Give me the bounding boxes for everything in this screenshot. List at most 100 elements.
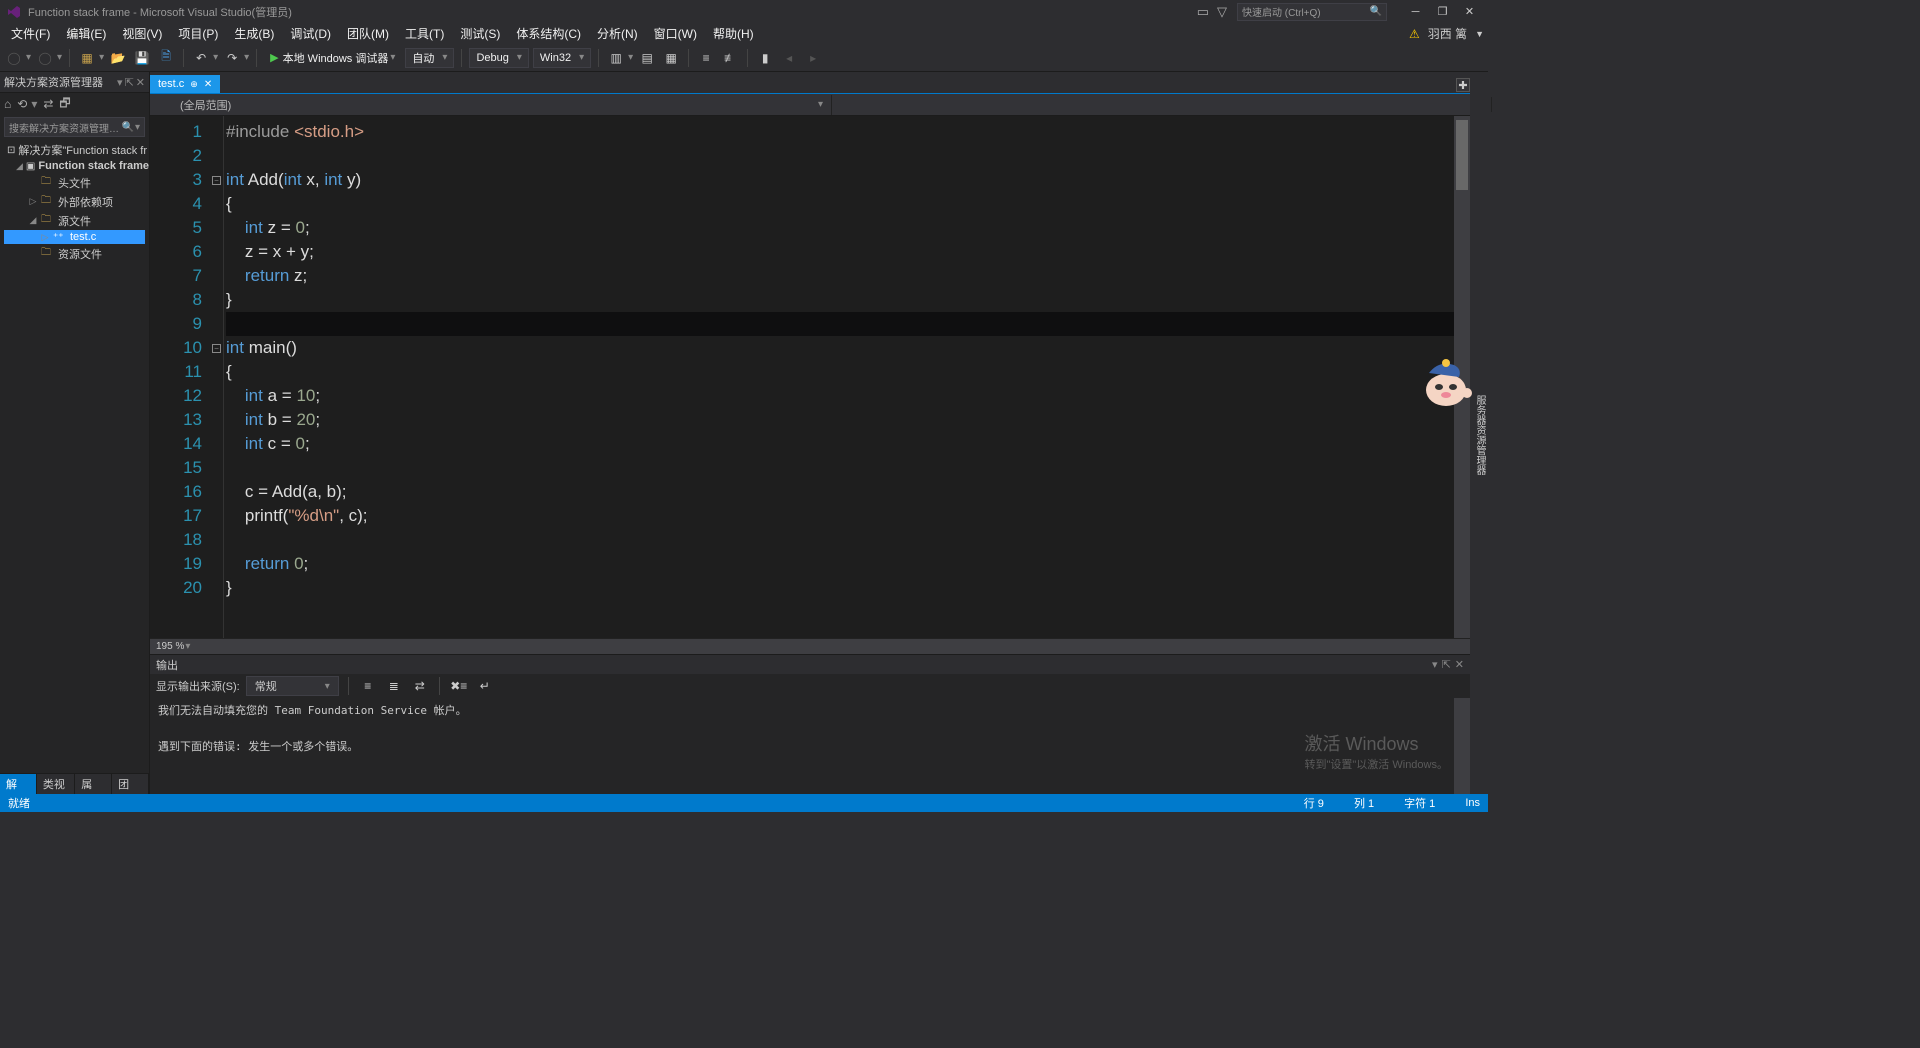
- thread-selector[interactable]: 自动▾: [405, 48, 454, 68]
- menu-team[interactable]: 团队(M): [340, 23, 396, 44]
- resources-node[interactable]: 🗀资源文件: [4, 244, 145, 263]
- minimize-button[interactable]: ─: [1403, 3, 1428, 21]
- solution-explorer-title: 解决方案资源管理器: [4, 74, 103, 90]
- menu-test[interactable]: 测试(S): [453, 23, 507, 44]
- search-icon: 🔍: [1370, 6, 1382, 17]
- menu-analyze[interactable]: 分析(N): [590, 23, 645, 44]
- output-source-selector[interactable]: 常规▾: [246, 676, 339, 696]
- nav-fwd-button[interactable]: ◯: [35, 48, 55, 68]
- menu-help[interactable]: 帮助(H): [706, 23, 761, 44]
- prev-bookmark-button[interactable]: ◂: [779, 48, 799, 68]
- status-ready: 就绪: [8, 795, 1274, 811]
- sidebar-tabs: 解决... 类视图 属性... 团队...: [0, 773, 149, 794]
- file-node-testc[interactable]: ▷⁺⁺test.c: [4, 230, 145, 244]
- solution-node[interactable]: ⊡解决方案"Function stack fr: [4, 141, 145, 159]
- zoom-selector[interactable]: 195 %▾: [150, 641, 196, 652]
- open-file-button[interactable]: 📂: [108, 48, 128, 68]
- tab-close-icon[interactable]: ✕: [204, 79, 212, 90]
- sidebar-tab-props[interactable]: 属性...: [75, 774, 112, 794]
- start-debug-label: 本地 Windows 调试器: [283, 50, 389, 66]
- maximize-button[interactable]: ❐: [1430, 3, 1455, 21]
- status-char: 字符 1: [1404, 795, 1435, 811]
- split-view-button[interactable]: ✚: [1456, 78, 1470, 92]
- panel-pin-icon[interactable]: ⇱: [125, 76, 134, 89]
- menu-architecture[interactable]: 体系结构(C): [509, 23, 588, 44]
- tab-testc[interactable]: test.c ⊕ ✕: [150, 75, 220, 93]
- bookmark-button[interactable]: ▮: [755, 48, 775, 68]
- menu-file[interactable]: 文件(F): [4, 23, 57, 44]
- out-clear-button[interactable]: ✖≡: [449, 676, 469, 696]
- output-dropdown-icon[interactable]: ▾: [1432, 658, 1438, 671]
- menu-project[interactable]: 项目(P): [171, 23, 225, 44]
- nav-back-button[interactable]: ◯: [4, 48, 24, 68]
- pin-icon[interactable]: ⊕: [190, 79, 198, 90]
- out-btn-3[interactable]: ⇄: [410, 676, 430, 696]
- solution-explorer-header: 解决方案资源管理器 ▾⇱✕: [0, 72, 149, 93]
- output-panel: 输出 ▾⇱✕ 显示输出来源(S): 常规▾ ≡ ≣ ⇄ ✖≡ ↵ 我们无法自动填…: [150, 654, 1470, 794]
- panel-dropdown-icon[interactable]: ▾: [117, 76, 123, 89]
- sidebar-tab-team[interactable]: 团队...: [112, 774, 149, 794]
- start-debug-button[interactable]: ▶ 本地 Windows 调试器 ▾: [264, 48, 401, 68]
- menu-bar: 文件(F) 编辑(E) 视图(V) 项目(P) 生成(B) 调试(D) 团队(M…: [0, 23, 1488, 44]
- notifications-icon[interactable]: ▭: [1197, 4, 1209, 20]
- menu-debug[interactable]: 调试(D): [283, 23, 338, 44]
- output-src-label: 显示输出来源(S):: [156, 678, 240, 694]
- output-text[interactable]: 我们无法自动填充您的 Team Foundation Service 帐户。 遇…: [150, 698, 1454, 794]
- menu-view[interactable]: 视图(V): [115, 23, 169, 44]
- config-selector[interactable]: Debug▾: [469, 48, 528, 68]
- warning-icon[interactable]: ⚠: [1409, 27, 1420, 41]
- play-icon: ▶: [270, 51, 278, 64]
- new-project-button[interactable]: ▦: [77, 48, 97, 68]
- external-node[interactable]: ▷🗀外部依赖项: [4, 192, 145, 211]
- status-line: 行 9: [1304, 795, 1324, 811]
- right-tab-server[interactable]: 服务器资源管理器: [1471, 391, 1488, 479]
- next-bookmark-button[interactable]: ▸: [803, 48, 823, 68]
- output-scrollbar[interactable]: [1454, 698, 1470, 794]
- panel-close-icon[interactable]: ✕: [136, 76, 145, 89]
- sources-node[interactable]: ◢🗀源文件: [4, 211, 145, 230]
- editor-footer: 195 %▾: [150, 638, 1470, 654]
- sidebar-tab-solution[interactable]: 解决...: [0, 774, 37, 794]
- back-icon[interactable]: ⟲: [17, 97, 27, 111]
- quick-launch-input[interactable]: 快速启动 (Ctrl+Q) 🔍: [1237, 3, 1387, 21]
- menu-edit[interactable]: 编辑(E): [59, 23, 113, 44]
- code-content[interactable]: #include <stdio.h> int Add(int x, int y)…: [224, 116, 1454, 638]
- project-node[interactable]: ◢▣Function stack frame: [4, 159, 145, 173]
- quick-launch-placeholder: 快速启动 (Ctrl+Q): [1242, 4, 1321, 19]
- menu-window[interactable]: 窗口(W): [647, 23, 704, 44]
- sync-icon[interactable]: ⇄: [43, 97, 53, 111]
- feedback-icon[interactable]: ▽: [1217, 4, 1227, 20]
- user-dropdown-icon[interactable]: ▼: [1475, 29, 1484, 39]
- save-button[interactable]: 💾: [132, 48, 152, 68]
- home-icon[interactable]: ⌂: [4, 97, 11, 111]
- platform-selector[interactable]: Win32▾: [533, 48, 591, 68]
- close-button[interactable]: ✕: [1457, 3, 1482, 21]
- redo-button[interactable]: ↷: [222, 48, 242, 68]
- menu-build[interactable]: 生成(B): [227, 23, 281, 44]
- menu-tools[interactable]: 工具(T): [398, 23, 451, 44]
- toolbar-btn-a[interactable]: ▥: [606, 48, 626, 68]
- solution-search-input[interactable]: 搜索解决方案资源管理器(Ctrl+;) 🔍 ▾: [4, 117, 145, 137]
- member-selector[interactable]: ▾: [832, 97, 1492, 112]
- scope-bar: (全局范围)▾ ▾: [150, 94, 1470, 116]
- out-wrap-button[interactable]: ↵: [475, 676, 495, 696]
- solution-toolbar: ⌂ ⟲▾ ⇄ 🗗: [0, 93, 149, 115]
- toolbar-btn-b[interactable]: ▤: [637, 48, 657, 68]
- code-editor[interactable]: 1234567891011121314151617181920 − − #inc…: [150, 116, 1470, 638]
- out-btn-1[interactable]: ≡: [358, 676, 378, 696]
- scope-selector[interactable]: (全局范围)▾: [172, 95, 832, 115]
- uncomment-button[interactable]: ≢: [720, 48, 740, 68]
- out-btn-2[interactable]: ≣: [384, 676, 404, 696]
- comment-button[interactable]: ≡: [696, 48, 716, 68]
- sidebar-tab-class[interactable]: 类视图: [37, 774, 75, 794]
- vertical-scrollbar[interactable]: [1454, 116, 1470, 638]
- output-toolbar: 显示输出来源(S): 常规▾ ≡ ≣ ⇄ ✖≡ ↵: [150, 674, 1470, 698]
- user-label[interactable]: 羽西 篱: [1428, 25, 1467, 42]
- toolbar-btn-c[interactable]: ▦: [661, 48, 681, 68]
- save-all-button[interactable]: 🗎: [156, 48, 176, 68]
- output-pin-icon[interactable]: ⇱: [1442, 658, 1451, 671]
- output-close-icon[interactable]: ✕: [1455, 658, 1464, 671]
- undo-button[interactable]: ↶: [191, 48, 211, 68]
- headers-node[interactable]: 🗀头文件: [4, 173, 145, 192]
- refresh-icon[interactable]: 🗗: [59, 94, 70, 115]
